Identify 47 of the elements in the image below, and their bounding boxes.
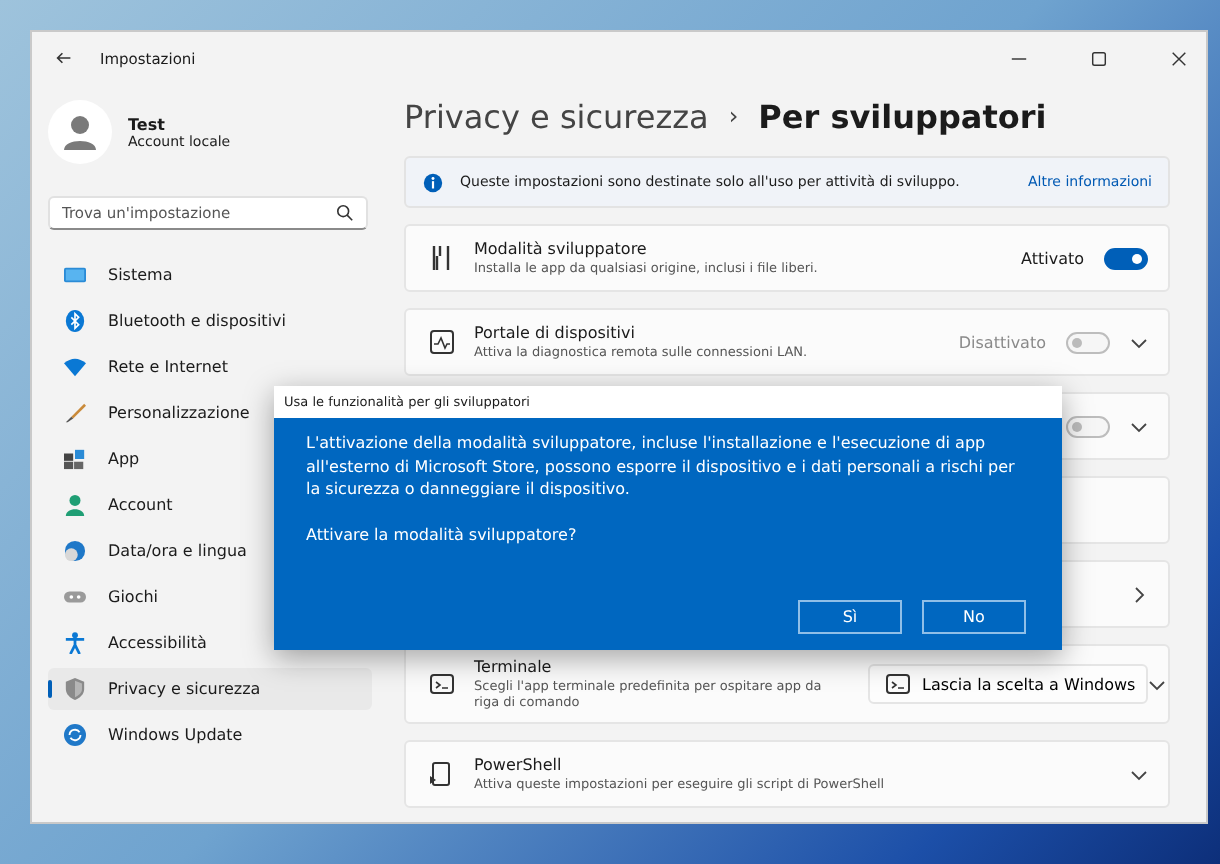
monitor-icon (64, 264, 86, 286)
search-icon (336, 204, 354, 222)
bluetooth-icon (64, 310, 86, 332)
chevron-down-icon (1147, 675, 1166, 693)
sidebar-item[interactable]: Bluetooth e dispositivi (48, 300, 372, 342)
sidebar-item[interactable]: Rete e Internet (48, 346, 372, 388)
dialog-button[interactable]: No (922, 600, 1026, 634)
terminal-icon (886, 672, 910, 696)
user-name: Test (128, 115, 167, 133)
sidebar-item[interactable]: Accessibilità (48, 622, 372, 664)
gamepad-icon (64, 586, 86, 608)
wifi-icon (64, 356, 86, 378)
person-silhouette-icon (60, 112, 100, 152)
setting-title: Modalità sviluppatore (474, 240, 649, 258)
toggle-state-label: Disattivato (958, 333, 1046, 351)
app-grid-icon (64, 448, 86, 470)
sidebar-item[interactable]: Privacy e sicurezza (48, 668, 372, 710)
setting-title: PowerShell (474, 756, 564, 774)
setting-title: Terminale (474, 658, 554, 676)
dialog-message: L'attivazione della modalità sviluppatore, incluse l'installazione e l'esecuzione di app all'esterno di Microsoft Store, possono esporre il dispositivo e i dati personali a rischi per la sicurezza o danneggiare il dispositivo. (306, 432, 1017, 501)
sidebar-item[interactable]: Windows Update (48, 714, 372, 756)
chevron-down-icon (1130, 765, 1148, 783)
brush-icon (64, 402, 86, 424)
info-icon (422, 171, 444, 193)
terminal-icon (430, 672, 454, 696)
breadcrumb-separator: › (728, 102, 739, 130)
close-icon (1169, 49, 1187, 67)
shield-icon (64, 678, 86, 700)
sidebar-item[interactable]: Giochi (48, 576, 372, 618)
toggle-state-label: Attivato (1021, 249, 1084, 267)
dialog-question: Attivare la modalità sviluppatore? (306, 523, 579, 546)
toggle-switch[interactable] (1104, 247, 1148, 269)
back-arrow-icon (56, 50, 72, 66)
chevron-right-icon (1130, 585, 1148, 603)
person-icon (64, 494, 86, 516)
page-title: Per sviluppatori (758, 97, 1047, 135)
sidebar-item[interactable]: Sistema (48, 254, 372, 296)
toggle-switch[interactable] (1066, 331, 1110, 353)
tools-icon (430, 246, 454, 270)
setting-title: Portale di dispositivi (474, 324, 637, 342)
maximize-icon (1089, 49, 1107, 67)
breadcrumb-link[interactable]: Privacy e sicurezza (404, 97, 709, 135)
pulse-monitor-icon (430, 330, 454, 354)
accessibility-icon (64, 632, 86, 654)
refresh-icon (64, 724, 86, 746)
dialog-button[interactable]: Sì (798, 600, 902, 634)
toggle-switch[interactable] (1066, 415, 1110, 437)
